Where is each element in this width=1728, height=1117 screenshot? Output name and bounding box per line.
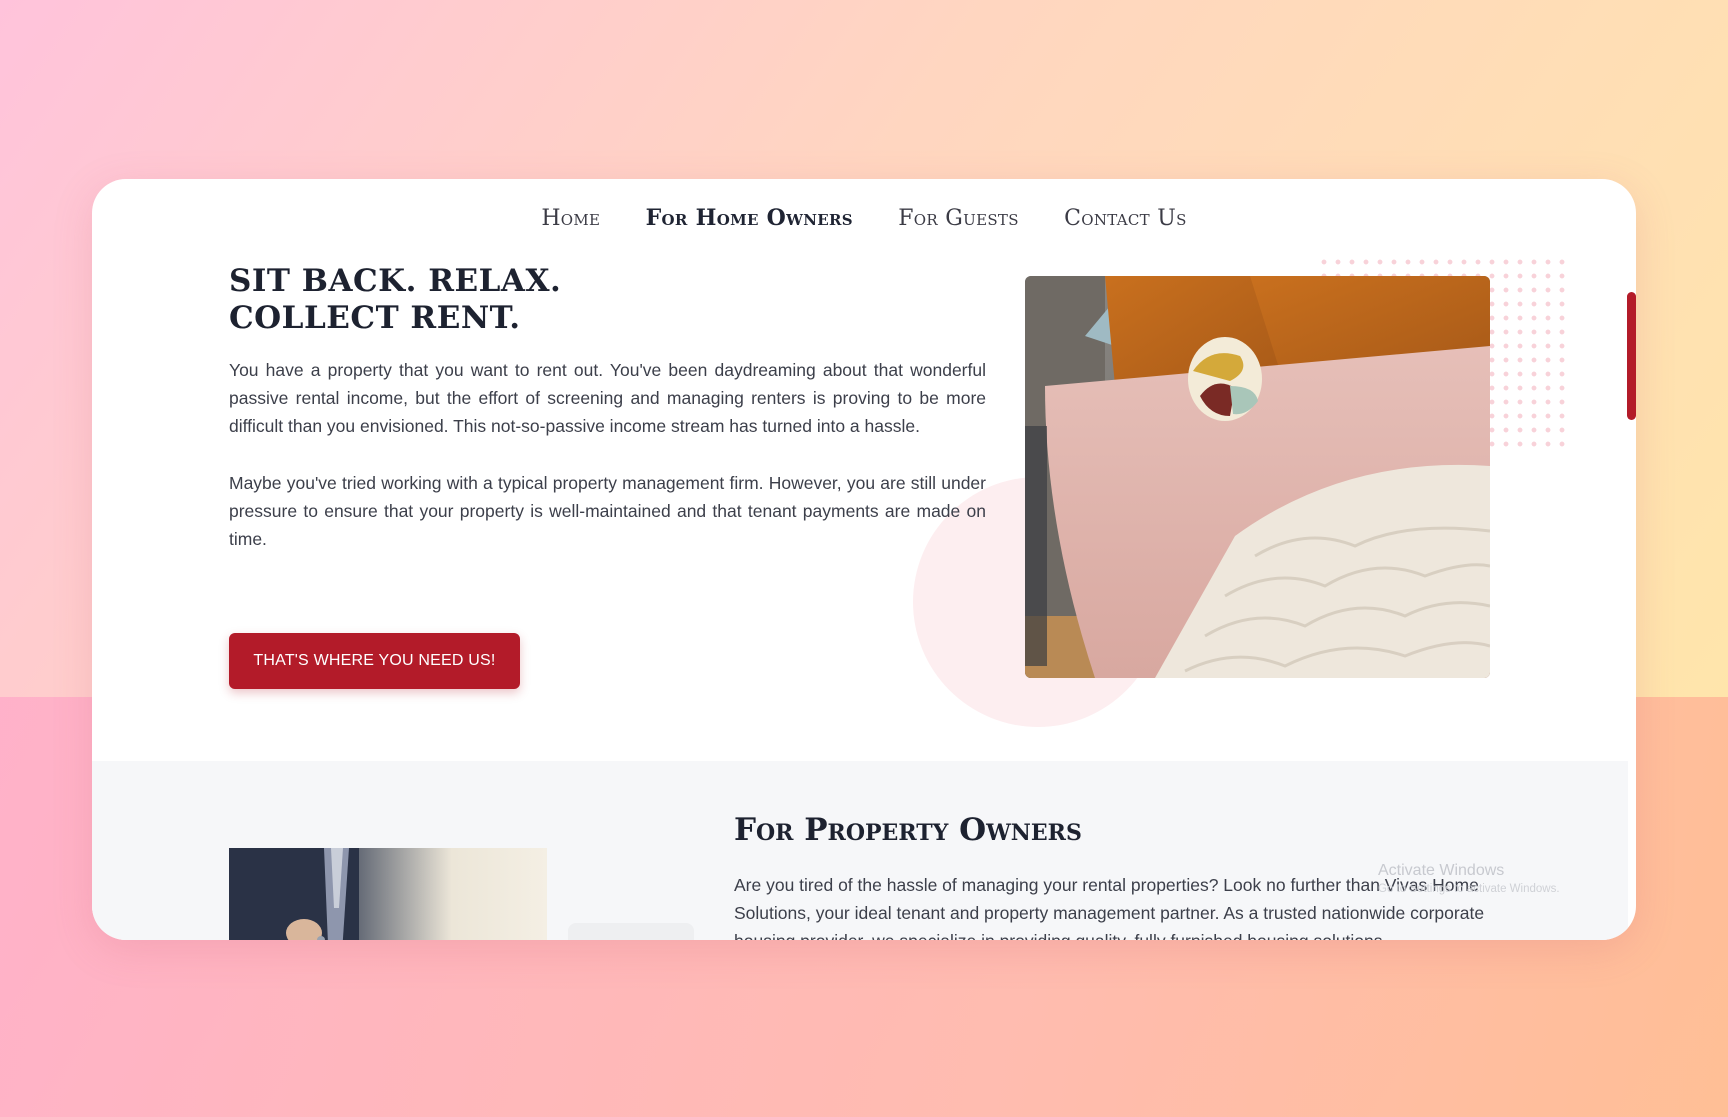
cta-button[interactable]: THAT'S WHERE YOU NEED US! — [229, 633, 520, 689]
decorative-card — [568, 923, 694, 940]
section-paragraph: Are you tired of the hassle of managing … — [734, 875, 1485, 940]
section-title: For Property Owners — [734, 812, 1082, 848]
property-owners-section: For Property Owners Are you tired of the… — [92, 761, 1628, 940]
hero-paragraph-2: Maybe you've tried working with a typica… — [229, 473, 986, 549]
hero-title-line-1: SIT BACK. RELAX. — [229, 263, 562, 299]
hero-title-line-2: COLLECT RENT. — [229, 300, 521, 336]
browser-window: Home For Home Owners For Guests Contact … — [92, 179, 1636, 940]
hero-paragraph-1: You have a property that you want to ren… — [229, 360, 986, 436]
nav-home[interactable]: Home — [541, 206, 600, 231]
nav-contact-us[interactable]: Contact Us — [1064, 206, 1187, 231]
scrollbar-thumb[interactable] — [1627, 292, 1636, 420]
activate-windows-watermark: Activate Windows — [1378, 862, 1505, 879]
nav-for-guests[interactable]: For Guests — [898, 206, 1019, 231]
nav-for-home-owners[interactable]: For Home Owners — [646, 205, 853, 231]
bedroom-photo — [1025, 276, 1490, 678]
businessman-handing-keys-photo — [229, 848, 547, 940]
hero-title: SIT BACK. RELAX. COLLECT RENT. — [229, 263, 561, 337]
activate-windows-subtext: Go to Settings to activate Windows. — [1378, 883, 1560, 895]
main-navigation: Home For Home Owners For Guests Contact … — [92, 205, 1636, 231]
